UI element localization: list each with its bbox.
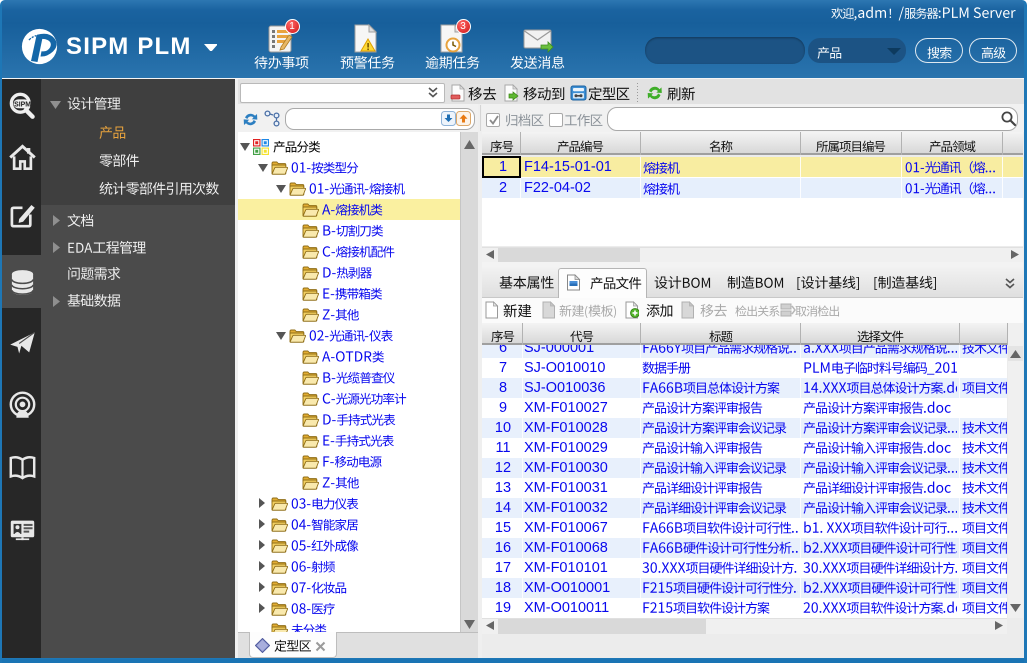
svg-text:SIPM: SIPM <box>14 101 31 108</box>
